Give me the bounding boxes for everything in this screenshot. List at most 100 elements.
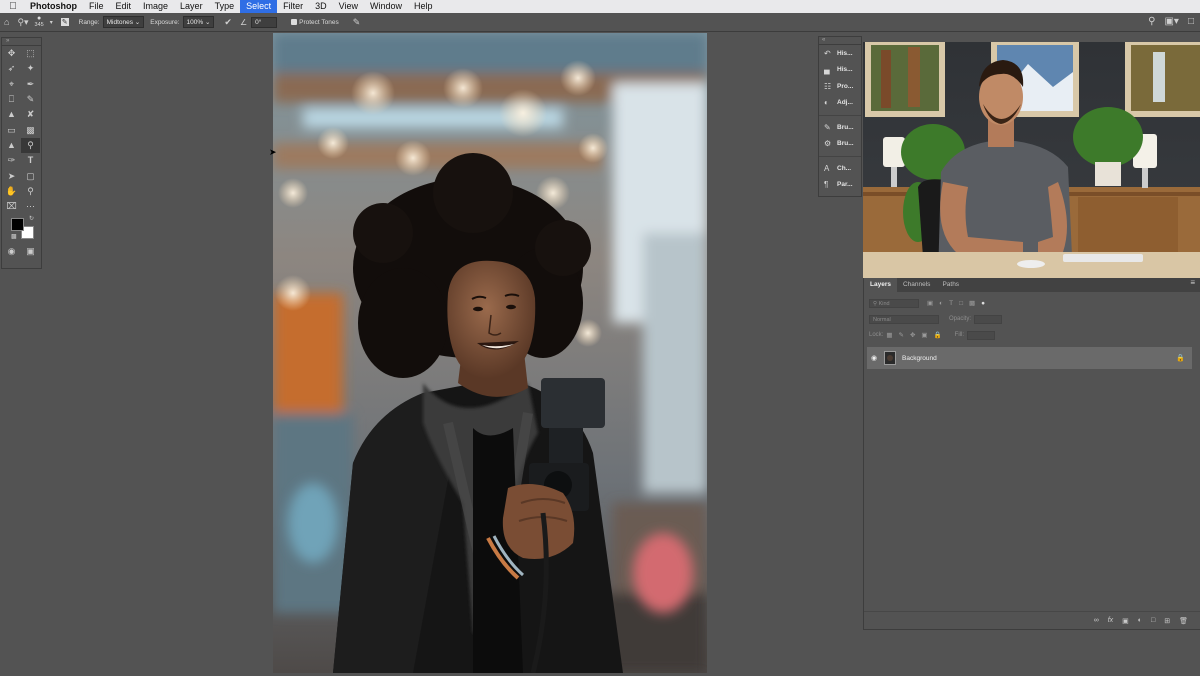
screen-mode-icon[interactable]: ▣ bbox=[21, 244, 40, 259]
menu-view[interactable]: View bbox=[333, 0, 364, 13]
filter-pixel-icon[interactable]: ▣ bbox=[927, 299, 933, 307]
tab-channels[interactable]: Channels bbox=[897, 278, 936, 292]
quick-mask-icon[interactable]: ◉ bbox=[2, 244, 21, 259]
protect-tones-checkbox[interactable] bbox=[291, 19, 298, 25]
fill-field[interactable] bbox=[967, 330, 995, 340]
menu-edit[interactable]: Edit bbox=[110, 0, 138, 13]
menu-file[interactable]: File bbox=[83, 0, 110, 13]
panel-grip[interactable]: » bbox=[2, 38, 41, 46]
search-icon[interactable]: ⚲ bbox=[1148, 16, 1155, 27]
blend-mode-select[interactable]: Normal bbox=[869, 314, 939, 324]
menu-photoshop[interactable]: Photoshop bbox=[26, 0, 83, 13]
lock-all-icon[interactable]: 🔒 bbox=[934, 331, 942, 339]
zoom-tool-icon[interactable]: ⚲ bbox=[21, 184, 40, 199]
swap-colors-icon[interactable]: ↻ bbox=[29, 215, 34, 222]
panel-history[interactable]: ↶ His... bbox=[819, 45, 861, 62]
range-select[interactable]: Midtones ⌄ bbox=[102, 16, 145, 28]
opacity-field[interactable] bbox=[974, 314, 1003, 324]
panel-character[interactable]: A Ch... bbox=[819, 160, 861, 177]
pen-tool-icon[interactable]: ✑ bbox=[2, 153, 21, 168]
chevron-down-icon[interactable]: ▾ bbox=[50, 19, 53, 26]
hand-tool-icon[interactable]: ✋ bbox=[2, 184, 21, 199]
exposure-field[interactable]: 100% ⌄ bbox=[182, 16, 215, 28]
lasso-tool-icon[interactable]: ➶ bbox=[2, 61, 21, 76]
move-tool-icon[interactable]: ✥ bbox=[2, 46, 21, 61]
menu-3d[interactable]: 3D bbox=[309, 0, 333, 13]
panel-brushes[interactable]: ✎ Bru... bbox=[819, 119, 861, 136]
histogram-icon: ▄ bbox=[824, 65, 830, 75]
default-colors-icon[interactable]: ▩ bbox=[11, 233, 17, 240]
more-tools-icon[interactable]: ⋯ bbox=[21, 199, 40, 214]
dodge-tool-icon[interactable]: ⚲ bbox=[21, 137, 40, 153]
panel-paragraph[interactable]: ¶ Par... bbox=[819, 177, 861, 194]
layer-filter-kind-select[interactable]: ⚲ Kind bbox=[869, 298, 919, 308]
menu-type[interactable]: Type bbox=[209, 0, 241, 13]
filter-type-icon[interactable]: T bbox=[949, 300, 953, 307]
menu-layer[interactable]: Layer bbox=[174, 0, 209, 13]
menu-select[interactable]: Select bbox=[240, 0, 278, 13]
search-icon: ⚲ bbox=[873, 300, 878, 307]
apple-icon[interactable]:  bbox=[0, 1, 26, 12]
home-icon[interactable]: ⌂ bbox=[4, 17, 9, 27]
healing-brush-tool-icon[interactable]: ⎕ bbox=[2, 92, 21, 107]
panel-histogram[interactable]: ▄ His... bbox=[819, 62, 861, 79]
airbrush-icon[interactable]: ✔ bbox=[224, 17, 232, 28]
shape-tool-icon[interactable]: ▢ bbox=[21, 169, 40, 184]
lock-artboard-icon[interactable]: ▣ bbox=[921, 331, 927, 339]
lock-icon[interactable]: 🔒 bbox=[1176, 354, 1185, 362]
panel-menu-icon[interactable]: ≡ bbox=[1190, 278, 1195, 287]
menu-window[interactable]: Window bbox=[364, 0, 408, 13]
new-group-icon[interactable]: □ bbox=[1151, 617, 1155, 624]
brush-settings-icon[interactable]: ✎ bbox=[60, 18, 69, 26]
share-icon[interactable]: □ bbox=[1188, 16, 1194, 27]
filter-toggle-icon[interactable]: ● bbox=[981, 300, 985, 307]
pressure-size-icon[interactable]: ✎ bbox=[353, 17, 361, 28]
brush-size-picker[interactable]: ● 345 bbox=[35, 15, 44, 28]
marquee-tool-icon[interactable]: ⬚ bbox=[21, 46, 40, 61]
history-brush-tool-icon[interactable]: ✘ bbox=[21, 107, 40, 122]
new-layer-icon[interactable]: ⊞ bbox=[1164, 617, 1170, 625]
panel-properties[interactable]: ☷ Pro... bbox=[819, 78, 861, 95]
new-adjustment-layer-icon[interactable]: ◐ bbox=[1138, 617, 1142, 624]
panel-adjustments[interactable]: ◐ Adj... bbox=[819, 95, 861, 112]
panel-brush-settings[interactable]: ⚙ Bru... bbox=[819, 136, 861, 153]
brush-tool-icon[interactable]: ✎ bbox=[21, 92, 40, 107]
brush-settings-icon: ⚙ bbox=[824, 139, 832, 149]
gradient-tool-icon[interactable]: ▩ bbox=[21, 123, 40, 138]
dodge-tool-preset-icon[interactable]: ⚲▾ bbox=[17, 17, 28, 28]
clone-stamp-tool-icon[interactable]: ▲ bbox=[2, 107, 21, 122]
filter-adjustment-icon[interactable]: ◐ bbox=[939, 300, 943, 307]
history-icon: ↶ bbox=[824, 48, 831, 58]
menu-image[interactable]: Image bbox=[137, 0, 174, 13]
tab-paths[interactable]: Paths bbox=[936, 278, 965, 292]
eraser-tool-icon[interactable]: ▭ bbox=[2, 123, 21, 138]
dock-grip[interactable]: « bbox=[819, 37, 861, 45]
quick-select-tool-icon[interactable]: ✦ bbox=[21, 61, 40, 76]
filter-shape-icon[interactable]: □ bbox=[959, 300, 963, 307]
lock-transparent-icon[interactable]: ▦ bbox=[886, 331, 892, 339]
panel-brushes-label: Bru... bbox=[837, 123, 854, 131]
document-canvas[interactable] bbox=[273, 33, 707, 673]
foreground-color-swatch[interactable] bbox=[11, 218, 24, 232]
tab-layers[interactable]: Layers bbox=[864, 278, 897, 292]
layer-row-background[interactable]: ◉ Background 🔒 bbox=[867, 347, 1192, 369]
angle-field[interactable]: 0° bbox=[251, 16, 278, 28]
eyedropper-tool-icon[interactable]: ✒ bbox=[21, 77, 40, 92]
menu-help[interactable]: Help bbox=[408, 0, 439, 13]
menu-filter[interactable]: Filter bbox=[277, 0, 309, 13]
filter-smart-object-icon[interactable]: ▩ bbox=[969, 299, 975, 307]
path-select-tool-icon[interactable]: ➤ bbox=[2, 169, 21, 184]
crop-tool-icon[interactable]: ⌖ bbox=[2, 77, 21, 92]
add-mask-icon[interactable]: ▣ bbox=[1122, 617, 1129, 625]
type-tool-icon[interactable]: T bbox=[21, 153, 40, 168]
eye-icon[interactable]: ◉ bbox=[867, 354, 881, 362]
workspace-icon[interactable]: ▣▾ bbox=[1164, 16, 1178, 27]
lock-position-icon[interactable]: ✥ bbox=[910, 331, 915, 339]
delete-layer-icon[interactable]: 🗑 bbox=[1179, 617, 1188, 625]
frame-tool-icon[interactable]: ⌧ bbox=[2, 199, 21, 214]
blur-tool-icon[interactable]: ▲ bbox=[2, 138, 21, 153]
panel-brush-settings-label: Bru... bbox=[837, 140, 854, 148]
layer-style-icon[interactable]: fx bbox=[1108, 617, 1113, 624]
lock-image-icon[interactable]: ✎ bbox=[899, 331, 904, 339]
link-layers-icon[interactable]: ∞ bbox=[1094, 617, 1099, 624]
